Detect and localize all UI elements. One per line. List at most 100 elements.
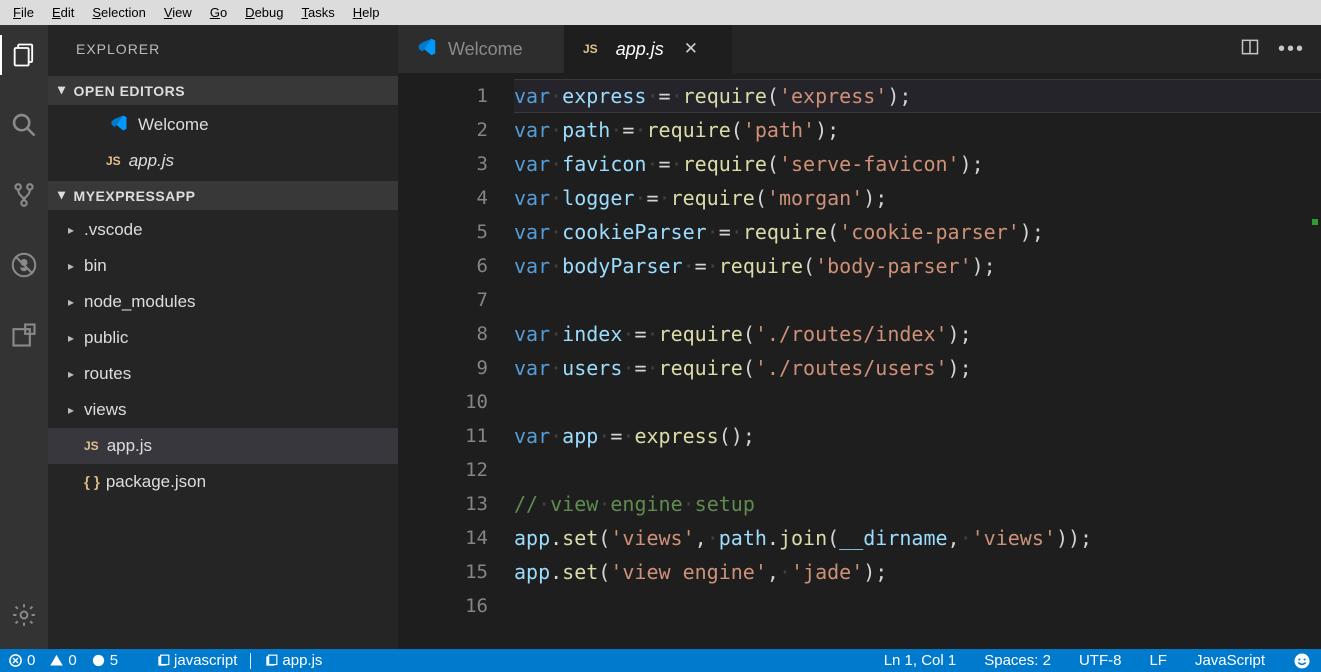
js-file-icon: JS: [583, 42, 598, 56]
code-line[interactable]: //·view·engine·setup: [514, 487, 1321, 521]
line-gutter: 12345678910111213141516: [398, 73, 514, 649]
tabs-row: Welcome JS app.js ✕ •••: [398, 25, 1321, 73]
file-item[interactable]: { } package.json: [48, 464, 398, 500]
open-editor-label: app.js: [129, 151, 174, 171]
folder-item[interactable]: ▸.vscode: [48, 212, 398, 248]
status-warnings[interactable]: 0: [45, 652, 80, 669]
settings-gear-icon[interactable]: [0, 591, 48, 639]
menu-debug[interactable]: Debug: [236, 3, 292, 22]
editor-group: Welcome JS app.js ✕ ••• 1234567891011121314…: [398, 25, 1321, 649]
project-header[interactable]: ▾ MYEXPRESSAPP: [48, 181, 398, 210]
json-file-icon: { }: [84, 474, 100, 491]
menu-go[interactable]: Go: [201, 3, 236, 22]
code-line[interactable]: var·path·=·require('path');: [514, 113, 1321, 147]
open-editors-label: OPEN EDITORS: [74, 83, 186, 99]
folder-item[interactable]: ▸node_modules: [48, 284, 398, 320]
debug-icon[interactable]: [0, 241, 48, 289]
js-file-icon: JS: [106, 154, 121, 168]
close-icon[interactable]: ✕: [684, 39, 698, 59]
folder-item[interactable]: ▸bin: [48, 248, 398, 284]
tree-label: routes: [84, 364, 131, 384]
folder-item[interactable]: ▸routes: [48, 356, 398, 392]
editor[interactable]: 12345678910111213141516 var·express·=·re…: [398, 73, 1321, 649]
source-control-icon[interactable]: [0, 171, 48, 219]
code-line[interactable]: [514, 283, 1321, 317]
tab-welcome[interactable]: Welcome: [398, 25, 565, 73]
status-infos-count: 5: [110, 652, 118, 669]
editor-actions: •••: [1240, 25, 1321, 73]
tree-label: views: [84, 400, 127, 420]
code-line[interactable]: var·favicon·=·require('serve-favicon');: [514, 147, 1321, 181]
project-tree: ▸.vscode▸bin▸node_modules▸public▸routes▸…: [48, 210, 398, 502]
status-mode[interactable]: JavaScript: [1191, 652, 1269, 669]
extensions-icon[interactable]: [0, 311, 48, 359]
code-line[interactable]: var·app·=·express();: [514, 419, 1321, 453]
status-eol[interactable]: LF: [1145, 652, 1171, 669]
code-line[interactable]: var·logger·=·require('morgan');: [514, 181, 1321, 215]
vs-logo-icon: [106, 113, 132, 137]
open-editor-item[interactable]: JS app.js: [48, 143, 398, 179]
code-line[interactable]: var·express·=·require('express');: [514, 79, 1321, 113]
code-line[interactable]: var·users·=·require('./routes/users');: [514, 351, 1321, 385]
menu-view[interactable]: View: [155, 3, 201, 22]
status-warnings-count: 0: [68, 652, 76, 669]
sidebar-title: EXPLORER: [48, 25, 398, 76]
chevron-right-icon: ▸: [68, 331, 84, 345]
search-icon[interactable]: [0, 101, 48, 149]
tree-label: .vscode: [84, 220, 143, 240]
folder-item[interactable]: ▸public: [48, 320, 398, 356]
status-cursor[interactable]: Ln 1, Col 1: [880, 652, 961, 669]
chevron-right-icon: ▸: [68, 367, 84, 381]
code-line[interactable]: app.set('views',·path.join(__dirname,·'v…: [514, 521, 1321, 555]
code-line[interactable]: var·bodyParser·=·require('body-parser');: [514, 249, 1321, 283]
menu-file[interactable]: File: [4, 3, 43, 22]
code-line[interactable]: [514, 589, 1321, 623]
status-bar: 0 0 5 javascript app.js Ln 1, Col 1 Spac…: [0, 649, 1321, 672]
activity-bar: [0, 25, 48, 649]
menu-edit[interactable]: Edit: [43, 3, 83, 22]
tree-label: bin: [84, 256, 107, 276]
feedback-smile-icon[interactable]: [1289, 652, 1315, 670]
open-editor-label: Welcome: [138, 115, 209, 135]
status-errors[interactable]: 0: [4, 652, 39, 669]
chevron-right-icon: ▸: [68, 295, 84, 309]
menu-help[interactable]: Help: [344, 3, 389, 22]
menu-tasks[interactable]: Tasks: [292, 3, 343, 22]
split-editor-icon[interactable]: [1240, 37, 1260, 62]
menu-selection[interactable]: Selection: [83, 3, 154, 22]
status-file[interactable]: app.js: [260, 652, 326, 669]
code-line[interactable]: var·index·=·require('./routes/index');: [514, 317, 1321, 351]
code-area[interactable]: var·express·=·require('express');var·pat…: [514, 73, 1321, 649]
code-line[interactable]: app.set('view engine',·'jade');: [514, 555, 1321, 589]
folder-item[interactable]: ▸views: [48, 392, 398, 428]
status-encoding[interactable]: UTF-8: [1075, 652, 1126, 669]
status-separator: [250, 653, 251, 669]
open-editors-list: Welcome JS app.js: [48, 105, 398, 181]
open-editor-item[interactable]: Welcome: [48, 107, 398, 143]
tree-label: package.json: [106, 472, 206, 492]
chevron-right-icon: ▸: [68, 223, 84, 237]
status-infos[interactable]: 5: [87, 652, 122, 669]
status-lang[interactable]: javascript: [152, 652, 241, 669]
chevron-right-icon: ▸: [68, 403, 84, 417]
more-actions-icon[interactable]: •••: [1278, 38, 1305, 61]
code-line[interactable]: [514, 385, 1321, 419]
file-item[interactable]: JSapp.js: [48, 428, 398, 464]
explorer-icon[interactable]: [0, 31, 48, 79]
status-errors-count: 0: [27, 652, 35, 669]
status-spaces[interactable]: Spaces: 2: [980, 652, 1055, 669]
open-editors-header[interactable]: ▾ OPEN EDITORS: [48, 76, 398, 105]
menu-bar: FileEditSelectionViewGoDebugTasksHelp: [0, 0, 1321, 25]
tab-label: Welcome: [448, 39, 523, 60]
project-label: MYEXPRESSAPP: [74, 188, 196, 204]
status-lang-text: javascript: [174, 652, 237, 669]
code-line[interactable]: [514, 453, 1321, 487]
tree-label: public: [84, 328, 128, 348]
code-line[interactable]: var·cookieParser·=·require('cookie-parse…: [514, 215, 1321, 249]
tree-label: node_modules: [84, 292, 196, 312]
tab-label: app.js: [616, 39, 664, 60]
chevron-right-icon: ▸: [68, 259, 84, 273]
tab-appjs[interactable]: JS app.js ✕: [565, 25, 732, 73]
main-area: EXPLORER ▾ OPEN EDITORS WelcomeJSapp.js …: [0, 25, 1321, 649]
vs-logo-icon: [416, 36, 438, 63]
